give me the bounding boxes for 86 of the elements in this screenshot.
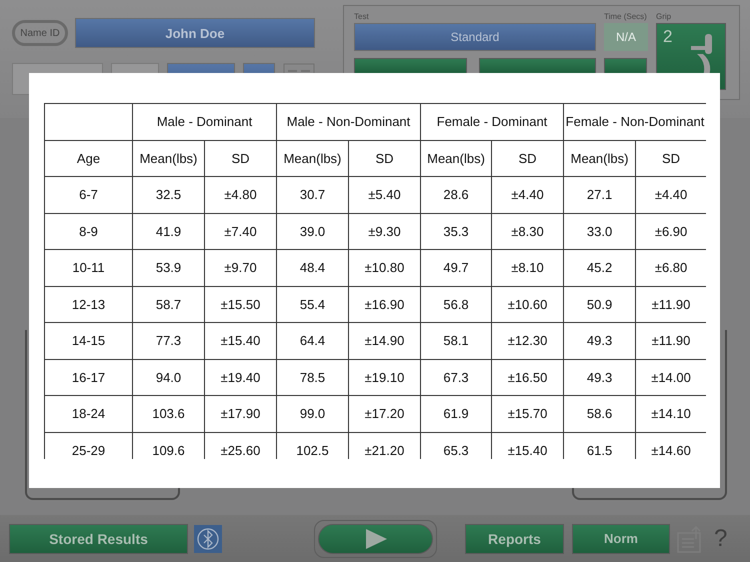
field-label: Grip [656,11,672,23]
play-icon [364,528,388,550]
table-cell: ±15.40 [204,322,276,359]
table-cell: ±8.30 [492,213,564,250]
table-cell: 33.0 [564,213,636,250]
table-cell: 58.1 [420,322,492,359]
table-cell: 53.9 [132,250,204,286]
table-cell: 14-15 [44,322,132,359]
table-cell: 58.7 [132,286,204,322]
table-cell: 12-13 [44,286,132,322]
table-cell: 35.3 [420,213,492,250]
table-cell: 50.9 [564,286,636,322]
table-cell: 67.3 [420,359,492,396]
column-header: Mean(lbs) [564,140,636,176]
table-cell: ±10.60 [492,286,564,322]
table-cell: ±16.50 [492,359,564,396]
table-cell: 49.3 [564,359,636,396]
table-cell: ±15.70 [492,396,564,432]
hand-button[interactable] [479,58,596,74]
table-cell: 27.1 [564,176,636,213]
field-label: Time (Secs) [604,11,648,23]
table-cell: ±4.40 [492,176,564,213]
column-header: SD [204,140,276,176]
table-cell: 58.6 [564,396,636,432]
table-cell: ±17.90 [204,396,276,432]
table-cell: 45.2 [564,250,636,286]
table-cell: ±9.70 [204,250,276,286]
table-cell: 25-29 [44,432,132,459]
column-header: Mean(lbs) [420,140,492,176]
table-cell: ±12.30 [492,322,564,359]
table-cell: ±9.30 [348,213,421,250]
table-cell: ±15.50 [204,286,276,322]
hand-mode-button[interactable] [354,58,467,74]
table-cell: ±10.80 [348,250,421,286]
table-cell: 6-7 [44,176,132,213]
table-cell: 39.0 [276,213,348,250]
table-cell: 41.9 [132,213,204,250]
column-header: Mean(lbs) [132,140,204,176]
bluetooth-icon[interactable] [194,524,222,552]
table-cell: 56.8 [420,286,492,322]
column-group-header: Female - Dominant [420,104,564,140]
stored-results-button[interactable]: Stored Results [9,524,188,554]
table-cell: 8-9 [44,213,132,250]
table-cell: ±4.80 [204,176,276,213]
table-cell: 48.4 [276,250,348,286]
table-cell: 78.5 [276,359,348,396]
table-cell: 99.0 [276,396,348,432]
table-cell: ±17.20 [348,396,421,432]
table-cell: 28.6 [420,176,492,213]
norm-button[interactable]: Norm [572,524,670,554]
table-cell: ±19.40 [204,359,276,396]
column-group-header: Male - Dominant [132,104,276,140]
table-cell: ±19.10 [348,359,421,396]
help-icon[interactable]: ? [714,524,728,552]
column-header: Age [44,140,132,176]
table-cell: 94.0 [132,359,204,396]
table-cell: ±14.90 [348,322,421,359]
table-cell: 49.7 [420,250,492,286]
table-cell: 103.6 [132,396,204,432]
time-field[interactable]: N/A [604,23,648,51]
table-cell: ±7.40 [204,213,276,250]
name-id-button[interactable]: Name ID [12,20,68,46]
table-cell: 77.3 [132,322,204,359]
table-cell: 32.5 [132,176,204,213]
table-cell: 55.4 [276,286,348,322]
table-cell: ±5.40 [348,176,421,213]
column-header: SD [492,140,564,176]
table-cell: ±16.90 [348,286,421,322]
test-button[interactable]: Standard [354,23,596,51]
reports-button[interactable]: Reports [465,524,564,554]
column-header: Mean(lbs) [276,140,348,176]
table-cell: 61.9 [420,396,492,432]
table-cell: 16-17 [44,359,132,396]
column-header: SD [348,140,421,176]
table-cell: 30.7 [276,176,348,213]
table-cell: 10-11 [44,250,132,286]
grip-number: 2 [663,27,672,47]
column-group-header: Female - Non-Dominant [564,104,706,140]
table-cell: 64.4 [276,322,348,359]
field-label: Test [354,11,370,23]
table-cell: 49.3 [564,322,636,359]
trials-button[interactable] [604,58,647,74]
column-group-header: Male - Non-Dominant [276,104,421,140]
table-cell: ±8.10 [492,250,564,286]
name-button[interactable]: John Doe [75,18,315,48]
table-cell: 18-24 [44,396,132,432]
